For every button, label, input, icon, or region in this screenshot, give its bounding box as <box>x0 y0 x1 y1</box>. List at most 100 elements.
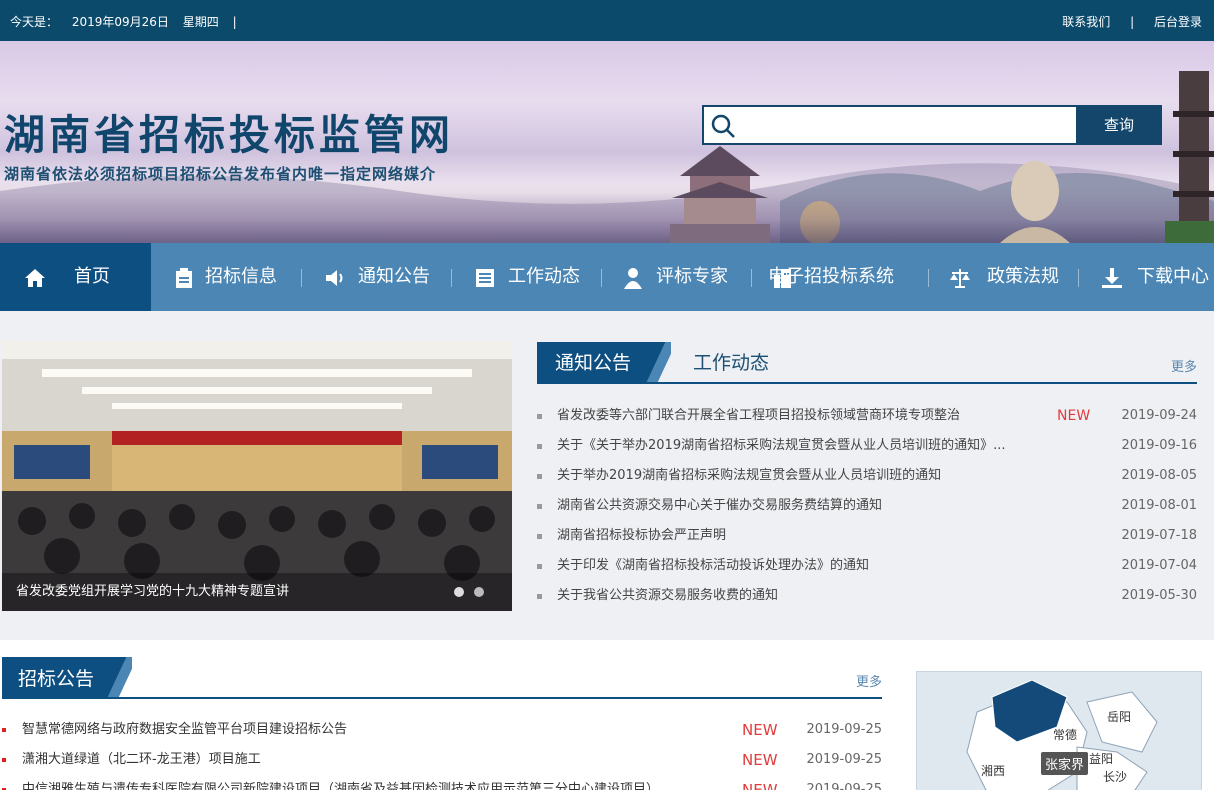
list-item[interactable]: 中信湘雅生殖与遗传专科医院有限公司新院建设项目（湖南省及益基因检测技术应用示范第… <box>2 775 882 790</box>
notice-date: 2019-08-05 <box>1121 468 1197 483</box>
notice-title[interactable]: 关于印发《湖南省招标投标活动投诉处理办法》的通知 <box>557 551 869 581</box>
map-label-yueyang[interactable]: 岳阳 <box>1107 708 1131 725</box>
pavilion-illustration <box>670 146 770 243</box>
notice-title[interactable]: 湖南省招标投标协会严正声明 <box>557 521 726 551</box>
list-item[interactable]: 关于我省公共资源交易服务收费的通知 2019-05-30 <box>537 581 1197 611</box>
nav-label: 首页 <box>74 266 110 287</box>
search-icon <box>711 114 735 138</box>
bid-notice-title[interactable]: 招标公告 <box>2 657 116 697</box>
list-item[interactable]: 潇湘大道绿道（北二环-龙王港）项目施工 NEW 2019-09-25 <box>2 745 882 775</box>
nav-item-e-bidding[interactable]: 电子招投标系统 <box>752 243 928 311</box>
download-icon <box>1102 268 1122 288</box>
site-subtitle: 湖南省依法必须招标项目招标公告发布省内唯一指定网络媒介 <box>4 165 437 183</box>
bid-title[interactable]: 中信湘雅生殖与遗传专科医院有限公司新院建设项目（湖南省及益基因检测技术应用示范第… <box>22 775 659 790</box>
admin-login-link[interactable]: 后台登录 <box>1154 15 1202 29</box>
tab-work-news[interactable]: 工作动态 <box>693 342 769 384</box>
nav-label: 工作动态 <box>508 266 580 287</box>
nav-item-experts[interactable]: 评标专家 <box>602 243 752 311</box>
tab-slant <box>106 657 132 697</box>
header-banner: 湖南省招标投标监管网 湖南省依法必须招标项目招标公告发布省内唯一指定网络媒介 查… <box>0 41 1214 243</box>
notice-date: 2019-07-18 <box>1121 528 1197 543</box>
pagoda-illustration <box>1165 71 1214 243</box>
nav-item-policies[interactable]: 政策法规 <box>929 243 1079 311</box>
list-item[interactable]: 湖南省招标投标协会严正声明 2019-07-18 <box>537 521 1197 551</box>
new-badge: NEW <box>742 751 778 769</box>
map-label-yiyang[interactable]: 益阳 <box>1089 750 1113 767</box>
bid-list: 智慧常德网络与政府数据安全监管平台项目建设招标公告 NEW 2019-09-25 潇… <box>2 715 882 790</box>
speaker-icon <box>326 270 343 286</box>
nav-item-bid-info[interactable]: 招标信息 <box>151 243 301 311</box>
map-label-changde[interactable]: 常德 <box>1053 726 1077 743</box>
news-slider[interactable]: 省发改委党组开展学习党的十九大精神专题宣讲 <box>2 341 512 611</box>
bid-date: 2019-09-25 <box>806 782 882 790</box>
new-badge: NEW <box>742 721 778 739</box>
slider-dot[interactable] <box>454 587 464 597</box>
top-bar: 今天是： 2019年09月26日 星期四 | 联系我们 | 后台登录 <box>0 0 1214 41</box>
search-input[interactable] <box>702 105 1078 145</box>
bid-date: 2019-09-25 <box>806 722 882 737</box>
bid-notice-header: 招标公告 更多 <box>2 657 882 699</box>
list-item[interactable]: 智慧常德网络与政府数据安全监管平台项目建设招标公告 NEW 2019-09-25 <box>2 715 882 745</box>
date-separator: | <box>232 15 237 29</box>
nav-item-notices[interactable]: 通知公告 <box>302 243 452 311</box>
notice-tabs: 通知公告 工作动态 更多 <box>537 342 1197 384</box>
expert-icon <box>624 268 642 289</box>
current-date: 2019年09月26日 <box>71 15 169 29</box>
map-label-xiangxi[interactable]: 湘西 <box>981 762 1005 779</box>
map-label-changsha[interactable]: 长沙 <box>1103 768 1127 785</box>
notice-title[interactable]: 关于《关于举办2019湖南省招标采购法规宣贯会暨从业人员培训班的通知》... <box>557 431 1005 461</box>
notice-title[interactable]: 省发改委等六部门联合开展全省工程项目招投标领域营商环境专项整治 <box>557 401 960 431</box>
nav-label: 招标信息 <box>205 266 277 287</box>
current-weekday: 星期四 <box>182 15 219 29</box>
notice-date: 2019-05-30 <box>1121 588 1197 603</box>
bid-title[interactable]: 智慧常德网络与政府数据安全监管平台项目建设招标公告 <box>22 722 347 737</box>
search-button[interactable]: 查询 <box>1076 105 1162 145</box>
nav-label: 政策法规 <box>987 266 1059 287</box>
tab-notices[interactable]: 通知公告 <box>537 342 657 382</box>
notice-date: 2019-07-04 <box>1121 558 1197 573</box>
meeting-photo <box>2 341 512 611</box>
nav-item-downloads[interactable]: 下载中心 <box>1079 243 1214 311</box>
tab-slant <box>645 342 671 382</box>
list-item[interactable]: 湖南省公共资源交易中心关于催办交易服务费结算的通知 2019-08-01 <box>537 491 1197 521</box>
nav-label: 评标专家 <box>656 266 728 287</box>
clipboard-icon <box>176 268 192 288</box>
new-badge: NEW <box>1057 408 1091 424</box>
notice-date: 2019-09-16 <box>1121 438 1197 453</box>
nav-item-home[interactable]: 首页 <box>0 243 151 311</box>
notice-date: 2019-08-01 <box>1121 498 1197 513</box>
contact-link[interactable]: 联系我们 <box>1062 15 1110 29</box>
main-nav: 首页 招标信息 通知公告 工作动态 评标专家 电子招投标系统 政策法规 下载中心 <box>0 243 1214 311</box>
top-links: 联系我们 | 后台登录 <box>1046 13 1202 30</box>
notice-list: 省发改委等六部门联合开展全省工程项目招投标领域营商环境专项整治 NEW 2019-0… <box>537 401 1197 611</box>
bid-date: 2019-09-25 <box>806 752 882 767</box>
nav-label: 电子招投标系统 <box>768 266 894 287</box>
top-link-separator: | <box>1130 15 1135 29</box>
list-item[interactable]: 关于举办2019湖南省招标采购法规宣贯会暨从业人员培训班的通知 2019-08-0… <box>537 461 1197 491</box>
map-tooltip: 张家界 <box>1041 752 1089 775</box>
bids-more-link[interactable]: 更多 <box>856 671 882 690</box>
statue-illustration <box>1000 161 1070 243</box>
list-item[interactable]: 关于《关于举办2019湖南省招标采购法规宣贯会暨从业人员培训班的通知》... 20… <box>537 431 1197 461</box>
notice-title[interactable]: 关于我省公共资源交易服务收费的通知 <box>557 581 778 611</box>
site-title: 湖南省招标投标监管网 <box>4 111 454 159</box>
region-map[interactable]: 岳阳 常德 湘西 益阳 长沙 张家界 <box>916 671 1202 790</box>
nav-item-work-news[interactable]: 工作动态 <box>452 243 602 311</box>
bid-title[interactable]: 潇湘大道绿道（北二环-龙王港）项目施工 <box>22 752 261 767</box>
list-item[interactable]: 关于印发《湖南省招标投标活动投诉处理办法》的通知 2019-07-04 <box>537 551 1197 581</box>
date-label: 今天是： <box>10 15 59 29</box>
list-item[interactable]: 省发改委等六部门联合开展全省工程项目招投标领域营商环境专项整治 NEW 2019-0… <box>537 401 1197 431</box>
date-display: 今天是： 2019年09月26日 星期四 | <box>10 13 247 30</box>
new-badge: NEW <box>742 781 778 790</box>
nav-label: 下载中心 <box>1137 266 1209 287</box>
notice-date: 2019-09-24 <box>1121 408 1197 423</box>
slide-caption[interactable]: 省发改委党组开展学习党的十九大精神专题宣讲 <box>2 573 512 611</box>
slider-dot[interactable] <box>474 587 484 597</box>
scales-icon <box>950 269 970 288</box>
notice-title[interactable]: 关于举办2019湖南省招标采购法规宣贯会暨从业人员培训班的通知 <box>557 461 941 491</box>
document-icon <box>476 269 494 287</box>
nav-label: 通知公告 <box>358 266 430 287</box>
notices-more-link[interactable]: 更多 <box>1171 356 1197 375</box>
notice-title[interactable]: 湖南省公共资源交易中心关于催办交易服务费结算的通知 <box>557 491 882 521</box>
home-icon <box>25 269 45 287</box>
